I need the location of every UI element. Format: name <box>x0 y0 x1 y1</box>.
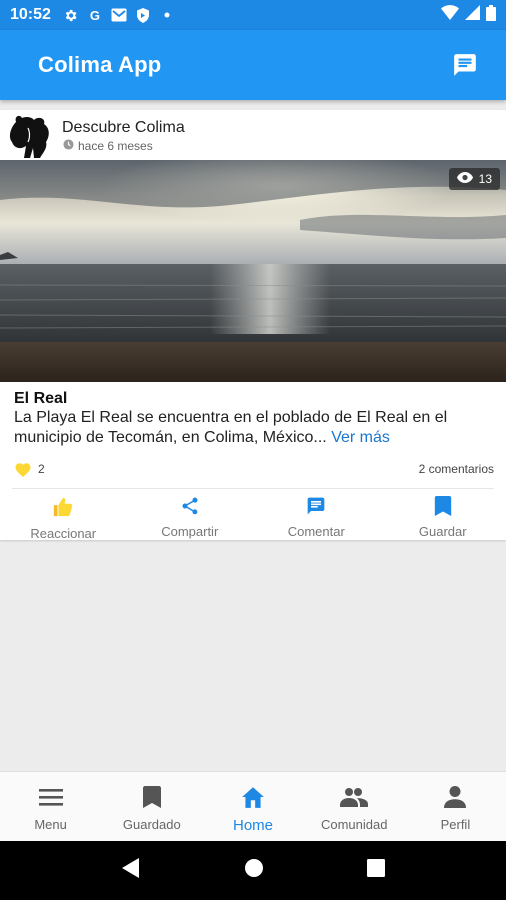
share-label: Compartir <box>161 524 219 539</box>
comments-count[interactable]: 2 comentarios <box>419 462 494 476</box>
nav-label-home: Home <box>233 817 274 834</box>
eye-icon <box>456 172 473 186</box>
nav-item-perfil[interactable]: Perfil <box>405 772 506 841</box>
comment-icon <box>306 496 326 521</box>
signal-icon <box>465 5 480 25</box>
people-icon <box>340 786 369 813</box>
menu-icon <box>38 786 63 813</box>
post-time: hace 6 meses <box>63 139 153 153</box>
google-icon: G <box>89 7 100 23</box>
battery-icon <box>486 4 496 26</box>
message-icon[interactable] <box>450 50 480 80</box>
save-button[interactable]: Guardar <box>380 496 506 540</box>
nav-label-menu: Menu <box>34 817 67 832</box>
like-count: 2 <box>38 462 45 476</box>
status-bar: 10:52 G <box>0 0 506 30</box>
share-button[interactable]: Compartir <box>127 496 254 540</box>
nav-label-comunidad: Comunidad <box>320 817 388 832</box>
views-count: 13 <box>478 172 492 186</box>
thumbs-up-icon <box>52 496 74 523</box>
nav-item-comunidad[interactable]: Comunidad <box>304 772 405 841</box>
save-label: Guardar <box>418 524 467 539</box>
avatar[interactable] <box>8 114 52 160</box>
share-icon <box>180 496 200 521</box>
post-header: Descubre Colima hace 6 meses <box>0 110 506 160</box>
status-time: 10:52 <box>10 6 51 23</box>
post-stats: 2 2 comentarios <box>0 460 506 488</box>
settings-icon <box>63 7 79 23</box>
shield-icon <box>135 7 151 23</box>
dot-icon <box>159 7 175 23</box>
bottom-nav: Menu Guardado Home Comunidad Perfil <box>0 771 506 841</box>
react-button[interactable]: Reaccionar <box>0 496 127 541</box>
post-actions: Reaccionar Compartir Comentar Guardar <box>0 496 506 541</box>
home-circle-icon[interactable] <box>244 858 264 883</box>
post-card: Descubre Colima hace 6 meses 13 El Real … <box>0 110 506 541</box>
bookmark-icon <box>142 786 162 813</box>
like-heart-icon <box>14 462 32 482</box>
comment-label: Comentar <box>287 524 345 539</box>
nav-item-home[interactable]: Home <box>202 772 303 841</box>
views-badge: 13 <box>448 168 500 190</box>
post-title: El Real <box>14 390 68 407</box>
person-icon <box>444 786 467 813</box>
clock-icon <box>63 139 74 153</box>
back-icon[interactable] <box>121 857 141 884</box>
react-label: Reaccionar <box>30 526 97 541</box>
home-icon <box>240 786 266 813</box>
nav-label-perfil: Perfil <box>440 817 471 832</box>
nav-item-guardado[interactable]: Guardado <box>101 772 202 841</box>
recents-icon[interactable] <box>366 859 385 882</box>
read-more-link[interactable]: Ver más <box>331 429 390 446</box>
wifi-icon <box>441 5 459 25</box>
post-description: La Playa El Real se encuentra en el pobl… <box>14 408 494 448</box>
nav-item-menu[interactable]: Menu <box>0 772 101 841</box>
author-name[interactable]: Descubre Colima <box>62 119 185 137</box>
nav-label-guardado: Guardado <box>122 817 181 832</box>
app-title: Colima App <box>38 52 162 77</box>
system-nav-bar <box>0 841 506 900</box>
gmail-icon <box>111 7 127 23</box>
comment-button[interactable]: Comentar <box>253 496 380 540</box>
divider <box>12 488 494 489</box>
app-bar: Colima App <box>0 30 506 100</box>
post-image[interactable]: 13 <box>0 160 506 382</box>
bookmark-icon <box>434 496 452 521</box>
time-ago-text: hace 6 meses <box>78 139 153 153</box>
